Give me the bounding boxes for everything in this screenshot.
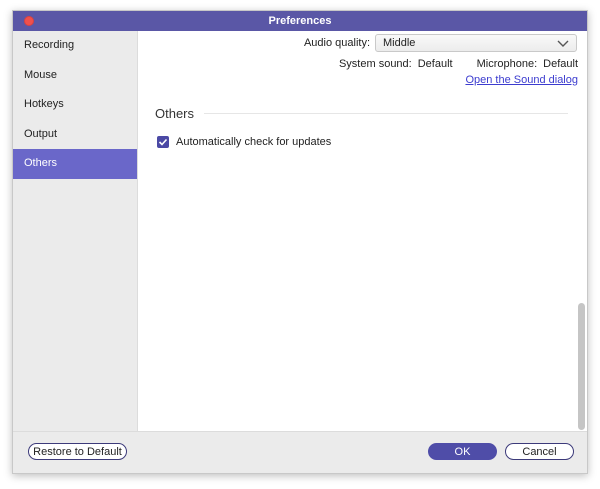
chevron-down-icon bbox=[557, 40, 569, 47]
system-sound-value: Default bbox=[417, 58, 453, 70]
section-divider bbox=[204, 113, 568, 114]
auto-update-checkbox[interactable] bbox=[157, 136, 169, 148]
system-sound-label: System sound: bbox=[338, 58, 412, 70]
sidebar: Recording Mouse Hotkeys Output Others bbox=[13, 31, 138, 431]
sidebar-item-recording[interactable]: Recording bbox=[13, 31, 137, 61]
sidebar-item-mouse[interactable]: Mouse bbox=[13, 61, 137, 91]
scrollbar-thumb[interactable] bbox=[578, 303, 585, 430]
window-title: Preferences bbox=[268, 15, 332, 27]
sidebar-item-others[interactable]: Others bbox=[13, 149, 137, 179]
sidebar-item-output[interactable]: Output bbox=[13, 120, 137, 150]
title-bar: Preferences bbox=[13, 11, 587, 31]
checkmark-icon bbox=[158, 138, 168, 146]
settings-content: Audio quality: Middle System sound: Defau… bbox=[138, 31, 587, 431]
audio-devices-row: System sound: Default Microphone: Default bbox=[339, 58, 578, 70]
auto-update-label: Automatically check for updates bbox=[176, 136, 332, 148]
audio-quality-row: Audio quality: Middle bbox=[304, 34, 577, 52]
others-section-title: Others bbox=[155, 106, 195, 121]
cancel-button[interactable]: Cancel bbox=[505, 443, 574, 460]
auto-update-option[interactable]: Automatically check for updates bbox=[157, 136, 331, 148]
preferences-window: Preferences Recording Mouse Hotkeys Outp… bbox=[12, 10, 588, 474]
microphone-label: Microphone: bbox=[476, 58, 538, 70]
sidebar-item-hotkeys[interactable]: Hotkeys bbox=[13, 90, 137, 120]
audio-quality-label: Audio quality: bbox=[303, 37, 370, 49]
close-window-button[interactable] bbox=[24, 16, 34, 26]
restore-default-button[interactable]: Restore to Default bbox=[28, 443, 127, 460]
microphone-value: Default bbox=[543, 58, 578, 70]
ok-button[interactable]: OK bbox=[428, 443, 497, 460]
footer-bar: Restore to Default OK Cancel bbox=[13, 431, 587, 473]
audio-quality-value: Middle bbox=[383, 37, 416, 49]
open-sound-dialog-link[interactable]: Open the Sound dialog bbox=[465, 74, 578, 86]
audio-quality-select[interactable]: Middle bbox=[375, 34, 577, 52]
